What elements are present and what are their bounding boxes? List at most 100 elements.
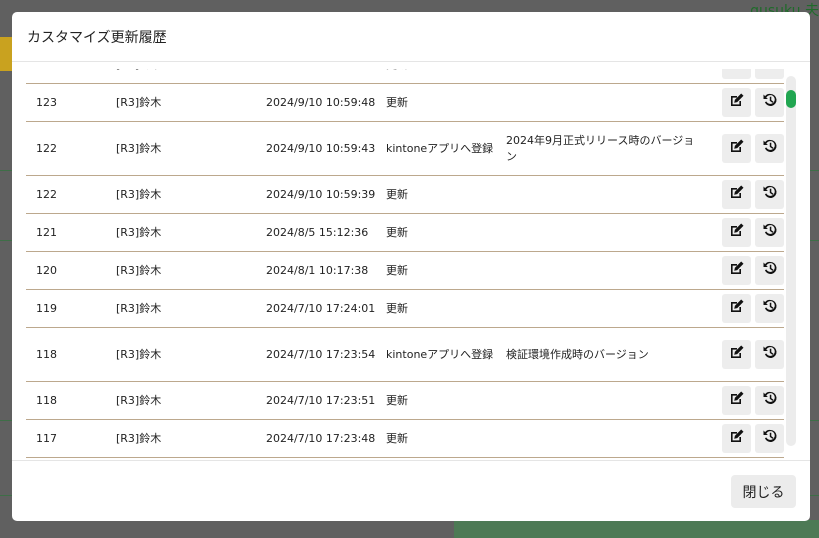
row-user: [R3]鈴木: [116, 187, 162, 201]
table-row: 118 [R3]鈴木 2024/7/10 17:23:54 kintoneアプリへ登録…: [26, 328, 784, 382]
history-icon: [762, 69, 778, 75]
edit-button[interactable]: [722, 218, 751, 247]
restore-history-button[interactable]: [755, 218, 784, 247]
edit-button[interactable]: [722, 69, 751, 79]
scrollbar[interactable]: [786, 76, 796, 446]
row-user: [R3]鈴木: [116, 225, 162, 239]
history-icon: [762, 390, 778, 411]
row-user: [R3]鈴木: [116, 263, 162, 277]
restore-history-button[interactable]: [755, 294, 784, 323]
background-panel: [454, 520, 819, 538]
table-row: 120 [R3]鈴木 2024/8/1 10:17:38 更新: [26, 252, 784, 290]
scrollbar-thumb[interactable]: [786, 90, 796, 108]
row-date: 2025/4/14 15:25:35: [256, 69, 376, 73]
modal-header: カスタマイズ更新履歴: [12, 12, 810, 62]
row-actions: [696, 69, 784, 79]
row-number: 122: [36, 187, 57, 201]
edit-icon: [729, 428, 745, 449]
row-number: 118: [36, 393, 57, 407]
table-row: 124[R3]鈴木2025/4/14 15:25:35更新: [26, 69, 784, 84]
row-type: kintoneアプリへ登録: [386, 141, 494, 155]
row-number: 118: [36, 347, 57, 361]
row-date: 2024/8/5 15:12:36: [266, 225, 369, 239]
table-row: 123 [R3]鈴木 2024/9/10 10:59:48 更新: [26, 84, 784, 122]
row-type: 更新: [386, 187, 408, 201]
edit-button[interactable]: [722, 340, 751, 369]
edit-button[interactable]: [722, 386, 751, 415]
history-rows: 124[R3]鈴木2025/4/14 15:25:35更新123[R3]鈴木20…: [26, 69, 784, 458]
row-type: 更新: [386, 393, 408, 407]
row-number: 123: [36, 95, 57, 109]
row-actions: [696, 386, 784, 415]
row-user: [R3]鈴木: [116, 393, 162, 407]
row-actions: [696, 256, 784, 285]
history-icon: [762, 298, 778, 319]
restore-history-button[interactable]: [755, 386, 784, 415]
row-number: 117: [36, 431, 57, 445]
row-actions: [696, 134, 784, 163]
history-icon: [762, 222, 778, 243]
row-type: kintoneアプリへ登録: [386, 347, 494, 361]
edit-button[interactable]: [722, 180, 751, 209]
row-date: 2024/7/10 17:23:51: [266, 393, 376, 407]
table-row: 117 [R3]鈴木 2024/7/10 17:23:48 更新: [26, 420, 784, 458]
edit-icon: [729, 138, 745, 159]
table-row: 121 [R3]鈴木 2024/8/5 15:12:36 更新: [26, 214, 784, 252]
row-memo: 検証環境作成時のバージョン: [506, 347, 649, 361]
row-actions: [696, 218, 784, 247]
restore-history-button[interactable]: [755, 424, 784, 453]
restore-history-button[interactable]: [755, 180, 784, 209]
history-icon: [762, 92, 778, 113]
row-actions: [696, 180, 784, 209]
restore-history-button[interactable]: [755, 256, 784, 285]
edit-icon: [729, 260, 745, 281]
edit-button[interactable]: [722, 88, 751, 117]
row-actions: [696, 294, 784, 323]
restore-history-button[interactable]: [755, 134, 784, 163]
table-row: 118 [R3]鈴木 2024/7/10 17:23:51 更新: [26, 382, 784, 420]
row-type: 更新: [386, 431, 408, 445]
row-date: 2024/7/10 17:23:48: [266, 431, 376, 445]
history-modal: カスタマイズ更新履歴 124[R3]鈴木2025/4/14 15:25:35更新…: [12, 12, 810, 521]
restore-history-button[interactable]: [755, 88, 784, 117]
history-icon: [762, 184, 778, 205]
edit-icon: [729, 92, 745, 113]
edit-button[interactable]: [722, 134, 751, 163]
row-actions: [696, 340, 784, 369]
row-type: 更新: [376, 69, 496, 73]
row-number: 121: [36, 225, 57, 239]
edit-button[interactable]: [722, 294, 751, 323]
edit-icon: [729, 390, 745, 411]
row-user: [R3]鈴木: [116, 431, 162, 445]
row-user: [R3]鈴木: [116, 141, 162, 155]
history-icon: [762, 138, 778, 159]
row-user: [R3]鈴木: [106, 69, 256, 73]
row-date: 2024/9/10 10:59:48: [266, 95, 376, 109]
row-date: 2024/9/10 10:59:39: [266, 187, 376, 201]
row-type: 更新: [386, 225, 408, 239]
row-user: [R3]鈴木: [116, 95, 162, 109]
edit-button[interactable]: [722, 424, 751, 453]
close-button[interactable]: 閉じる: [731, 475, 796, 508]
history-list[interactable]: 124[R3]鈴木2025/4/14 15:25:35更新123[R3]鈴木20…: [26, 69, 784, 460]
table-row: 122 [R3]鈴木 2024/9/10 10:59:43 kintoneアプリへ登録…: [26, 122, 784, 176]
modal-title: カスタマイズ更新履歴: [27, 29, 167, 46]
row-memo: 2024年9月正式リリース時のバージョン: [506, 133, 695, 163]
row-number: 120: [36, 263, 57, 277]
table-row: 119 [R3]鈴木 2024/7/10 17:24:01 更新: [26, 290, 784, 328]
row-number: 119: [36, 301, 57, 315]
history-icon: [762, 428, 778, 449]
edit-icon: [729, 298, 745, 319]
row-user: [R3]鈴木: [116, 301, 162, 315]
row-user: [R3]鈴木: [116, 347, 162, 361]
edit-icon: [729, 222, 745, 243]
row-date: 2024/7/10 17:23:54: [266, 347, 376, 361]
restore-history-button[interactable]: [755, 69, 784, 79]
row-actions: [696, 88, 784, 117]
row-actions: [696, 424, 784, 453]
edit-icon: [729, 184, 745, 205]
edit-button[interactable]: [722, 256, 751, 285]
row-type: 更新: [386, 301, 408, 315]
row-date: 2024/9/10 10:59:43: [266, 141, 376, 155]
restore-history-button[interactable]: [755, 340, 784, 369]
